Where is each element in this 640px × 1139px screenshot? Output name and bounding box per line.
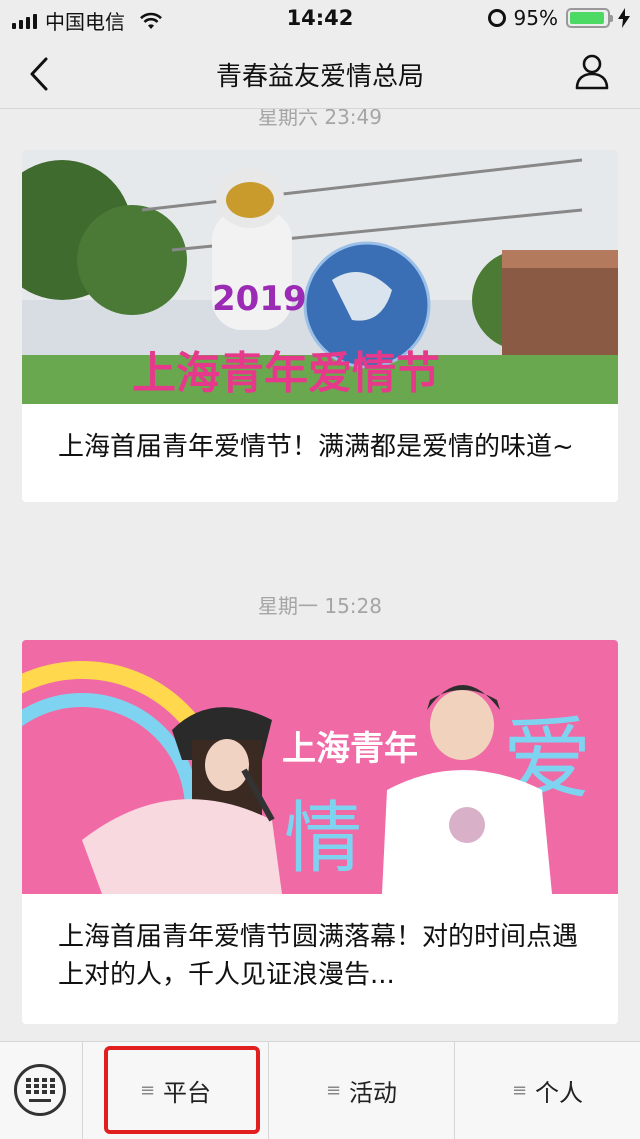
battery-icon <box>566 8 613 28</box>
menu-item-label: 活动 <box>349 1079 398 1107</box>
profile-icon[interactable] <box>574 52 610 92</box>
image-banner-text: 上海青年 <box>282 729 418 769</box>
image-big-char: 情 <box>284 794 362 884</box>
article-title: 上海首届青年爱情节！满满都是爱情的味道~ <box>58 432 574 462</box>
menu-item-activity[interactable]: ≡ 活动 <box>268 1042 454 1139</box>
timestamp: 星期一 15:28 <box>258 594 382 618</box>
article-card[interactable]: 2019 上海青年爱情节 上海首届青年爱情节！满满都是爱情的味道~ <box>22 150 618 502</box>
menu-item-label: 个人 <box>535 1079 584 1107</box>
menu-item-platform[interactable]: ≡ 平台 <box>82 1042 268 1139</box>
menu-item-label: 平台 <box>163 1079 212 1107</box>
image-year: 2019 <box>212 279 307 319</box>
page-title: 青春益友爱情总局 <box>215 62 424 92</box>
article-title: 上海首届青年爱情节圆满落幕！对的时间点遇上对的人，千人见证浪漫告... <box>58 922 579 990</box>
status-bar: 中国电信 14:42 95% <box>0 0 640 36</box>
keyboard-icon[interactable] <box>14 1064 66 1116</box>
menu-list-icon: ≡ <box>139 1080 156 1101</box>
article-cover-image: 上海青年 爱 情 <box>22 640 618 894</box>
timestamp: 星期六 23:49 <box>258 109 382 129</box>
image-caption: 上海青年爱情节 <box>132 348 440 399</box>
menu-item-personal[interactable]: ≡ 个人 <box>454 1042 640 1139</box>
menu-list-icon: ≡ <box>325 1080 342 1101</box>
nav-bar: 青春益友爱情总局 <box>0 36 640 109</box>
custom-menu-bar: ≡ 平台 ≡ 活动 ≡ 个人 <box>0 1041 640 1139</box>
alarm-icon <box>487 9 506 27</box>
article-card[interactable]: 上海青年 爱 情 上海首届青年爱情节圆满落幕！对的时间点遇上对的人，千人见证浪漫… <box>22 640 618 1024</box>
article-cover-image: 2019 上海青年爱情节 <box>22 150 618 404</box>
menu-list-icon: ≡ <box>511 1080 528 1101</box>
charging-icon <box>618 8 630 28</box>
message-feed[interactable]: 星期六 23:49 2019 上海青年爱情节 上海首届青年爱情节！满满都是爱情的… <box>0 109 640 1041</box>
battery-percent: 95% <box>513 6 558 30</box>
